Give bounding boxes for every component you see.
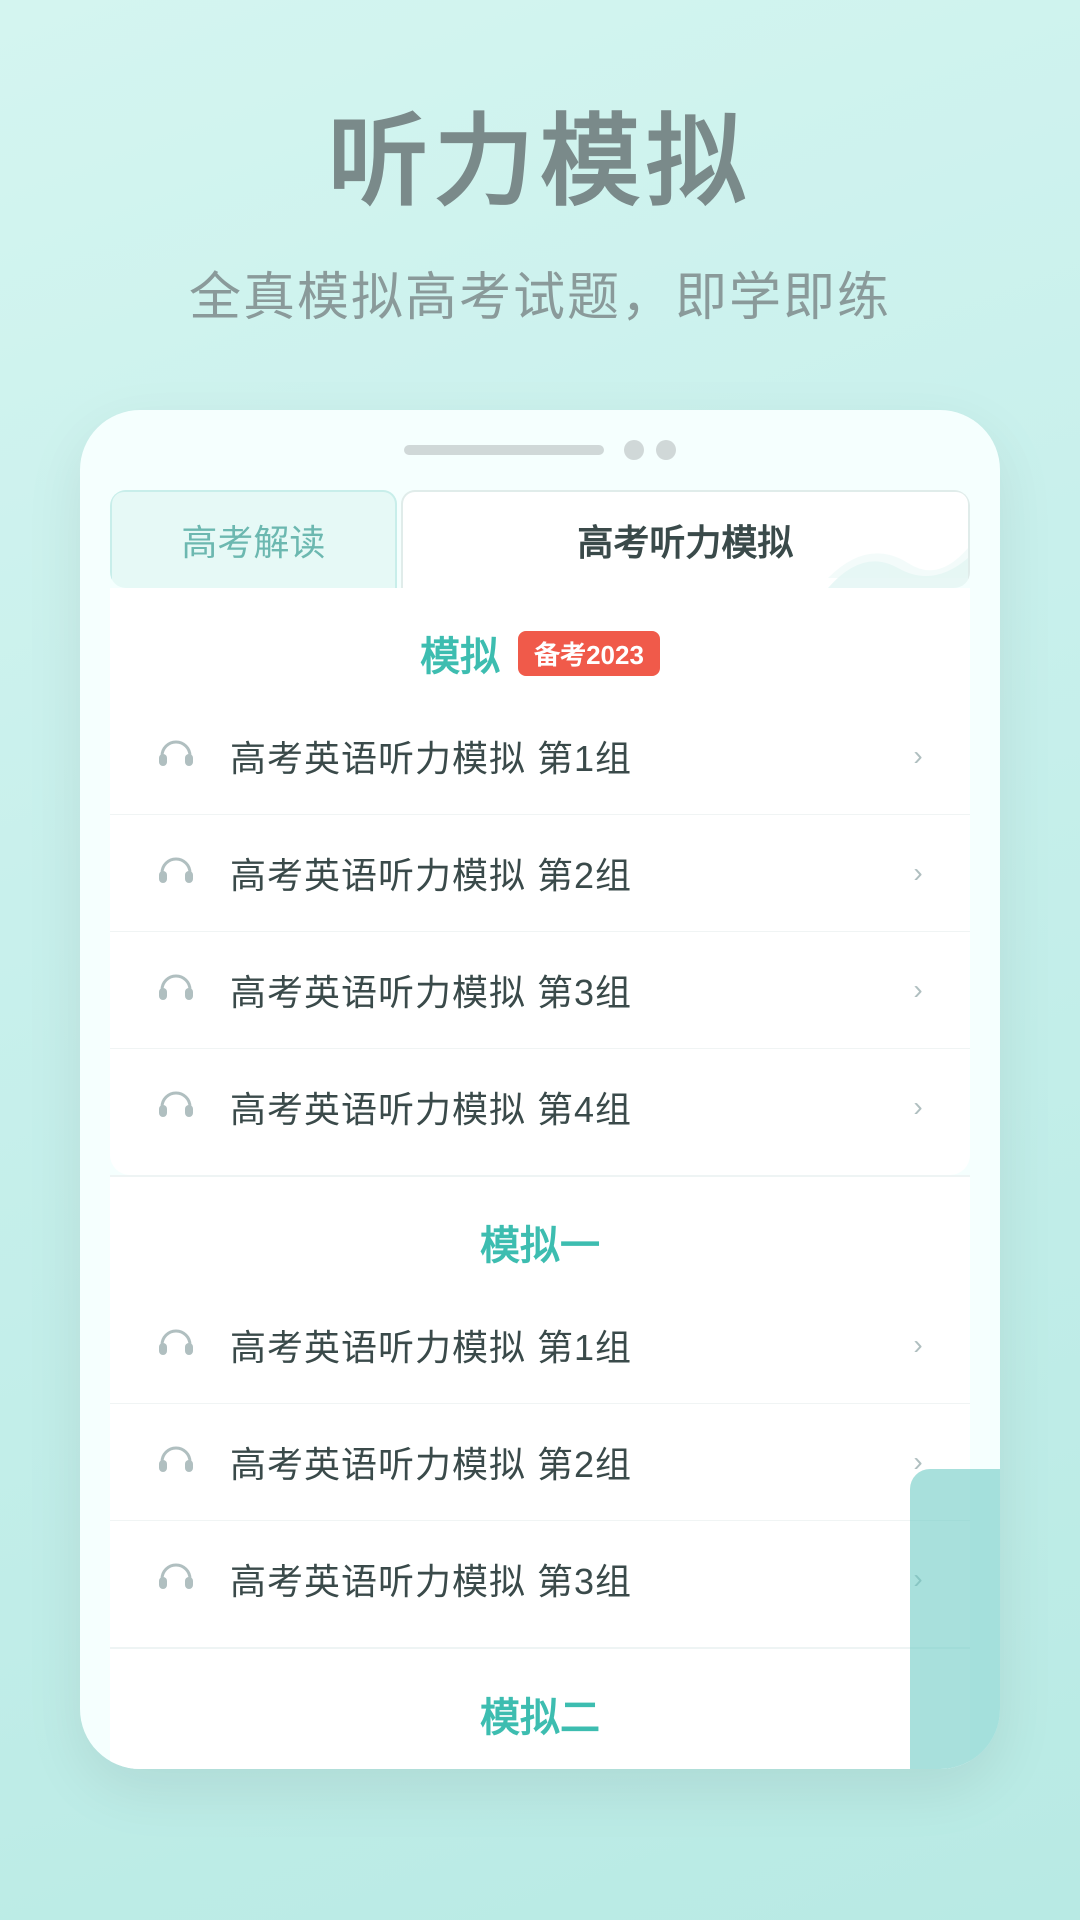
section-moni2-title: 模拟二 [480, 1685, 600, 1743]
list-item[interactable]: 高考英语听力模拟 第2组 › [110, 815, 970, 932]
section-moni-title: 模拟 [420, 624, 500, 682]
tab-gaokao-jieda[interactable]: 高考解读 [110, 490, 397, 588]
headphone-icon [150, 1319, 202, 1371]
headphone-icon [150, 1081, 202, 1133]
top-bar-dots [624, 440, 676, 460]
chevron-right-icon: › [906, 978, 930, 1002]
headphone-icon [150, 847, 202, 899]
section-moni-header: 模拟 备考2023 [110, 588, 970, 698]
top-bar-pill [404, 445, 604, 455]
headphone-icon [150, 1553, 202, 1605]
section-moni1-header: 模拟一 [110, 1177, 970, 1287]
item-text: 高考英语听力模拟 第3组 [230, 1553, 906, 1605]
chevron-right-icon: › [906, 744, 930, 768]
section-moni1-title: 模拟一 [480, 1213, 600, 1271]
section-moni2-container: 模拟二 [110, 1649, 970, 1769]
headphone-icon [150, 730, 202, 782]
phone-top-bar [80, 410, 1000, 480]
phone-card: 高考解读 高考听力模拟 模拟 备考2023 高考英语听力模拟 [80, 410, 1000, 1769]
list-item[interactable]: 高考英语听力模拟 第1组 › [110, 698, 970, 815]
list-item[interactable]: 高考英语听力模拟 第3组 › [110, 1521, 970, 1637]
chevron-right-icon: › [906, 1095, 930, 1119]
list-item[interactable]: 高考英语听力模拟 第2组 › [110, 1404, 970, 1521]
list-item[interactable]: 高考英语听力模拟 第4组 › [110, 1049, 970, 1165]
top-bar-dot-1 [624, 440, 644, 460]
tab-gaokao-tingli[interactable]: 高考听力模拟 [401, 490, 970, 588]
tab-row: 高考解读 高考听力模拟 [110, 490, 970, 588]
tab-wave-deco [828, 528, 968, 588]
section-moni-container: 模拟 备考2023 高考英语听力模拟 第1组 › [110, 588, 970, 1175]
chevron-right-icon: › [906, 1333, 930, 1357]
item-text: 高考英语听力模拟 第4组 [230, 1081, 906, 1133]
corner-decoration [910, 1469, 1000, 1769]
badge-2023: 备考2023 [518, 631, 660, 676]
chevron-right-icon: › [906, 861, 930, 885]
item-text: 高考英语听力模拟 第3组 [230, 964, 906, 1016]
item-text: 高考英语听力模拟 第1组 [230, 1319, 906, 1371]
item-text: 高考英语听力模拟 第2组 [230, 1436, 906, 1488]
list-item[interactable]: 高考英语听力模拟 第3组 › [110, 932, 970, 1049]
top-bar-dot-2 [656, 440, 676, 460]
section-moni1-container: 模拟一 高考英语听力模拟 第1组 › 高考英语听力模拟 第2 [110, 1177, 970, 1647]
page-subtitle: 全真模拟高考试题，即学即练 [189, 255, 891, 330]
item-text: 高考英语听力模拟 第2组 [230, 847, 906, 899]
section-moni2-header: 模拟二 [110, 1649, 970, 1759]
page-title: 听力模拟 [328, 80, 752, 225]
item-text: 高考英语听力模拟 第1组 [230, 730, 906, 782]
headphone-icon [150, 964, 202, 1016]
headphone-icon [150, 1436, 202, 1488]
list-item[interactable]: 高考英语听力模拟 第1组 › [110, 1287, 970, 1404]
